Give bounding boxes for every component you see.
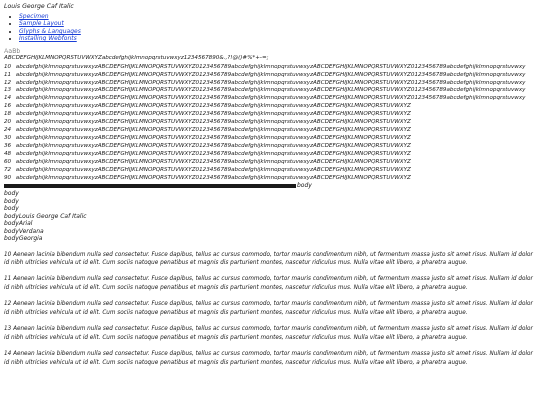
aabb-sample: AaBb	[4, 47, 21, 55]
size-row: 11 abcdefghijklmnopqrstuvwxyzABCDEFGHIJK…	[4, 72, 540, 80]
paragraph-text: Aenean lacinia bibendum nulla sed consec…	[4, 301, 533, 317]
family-sample: bodyGeorgia	[4, 235, 43, 243]
paragraph-sample: 11 Aenean lacinia bibendum nulla sed con…	[4, 275, 540, 292]
size-row: 24 abcdefghijklmnopqrstuvwxyzABCDEFGHIJK…	[4, 127, 540, 135]
black-bar	[4, 183, 296, 188]
nav-link-sample-layout[interactable]: Sample Layout	[19, 20, 64, 27]
paragraph-text: Aenean lacinia bibendum nulla sed consec…	[4, 276, 533, 292]
paragraph-size: 12	[4, 301, 12, 308]
size-sample-text: abcdefghijklmnopqrstuvwxyzABCDEFGHIJKLMN…	[15, 119, 411, 126]
size-sample-text: abcdefghijklmnopqrstuvwxyzABCDEFGHIJKLMN…	[15, 167, 411, 174]
size-row: 18 abcdefghijklmnopqrstuvwxyzABCDEFGHIJK…	[4, 111, 540, 119]
size-number: 16	[4, 103, 12, 110]
size-number: 30	[4, 135, 12, 142]
size-row: 16 abcdefghijklmnopqrstuvwxyzABCDEFGHIJK…	[4, 103, 540, 111]
size-sample-text: abcdefghijklmnopqrstuvwxyzABCDEFGHIJKLMN…	[15, 111, 411, 118]
nav-list: Specimen Sample Layout Glyphs & Language…	[4, 13, 540, 43]
nav-item: Glyphs & Languages	[19, 28, 540, 35]
size-row: 14 abcdefghijklmnopqrstuvwxyzABCDEFGHIJK…	[4, 95, 540, 103]
specimen-page: Louis George Caf Italic Specimen Sample …	[4, 3, 540, 368]
nav-item: Specimen	[19, 13, 540, 20]
paragraph-size: 10	[4, 251, 12, 258]
family-sample: body	[4, 205, 19, 213]
size-waterfall: 10 abcdefghijklmnopqrstuvwxyzABCDEFGHIJK…	[4, 64, 540, 183]
paragraph-text: Aenean lacinia bibendum nulla sed consec…	[4, 326, 533, 341]
size-sample-text: abcdefghijklmnopqrstuvwxyzABCDEFGHIJKLMN…	[15, 71, 526, 78]
family-sample: body	[4, 189, 19, 197]
size-sample-text: abcdefghijklmnopqrstuvwxyzABCDEFGHIJKLMN…	[15, 143, 411, 150]
paragraph-sample: 10 Aenean lacinia bibendum nulla sed con…	[4, 251, 540, 268]
size-row: 36 abcdefghijklmnopqrstuvwxyzABCDEFGHIJK…	[4, 143, 540, 151]
size-sample-text: abcdefghijklmnopqrstuvwxyzABCDEFGHIJKLMN…	[15, 87, 526, 94]
size-sample-text: abcdefghijklmnopqrstuvwxyzABCDEFGHIJKLMN…	[15, 174, 411, 181]
paragraph-text: Aenean lacinia bibendum nulla sed consec…	[4, 351, 533, 366]
nav-item: Installing Webfonts	[19, 35, 540, 42]
paragraph-sample: 13 Aenean lacinia bibendum nulla sed con…	[4, 325, 540, 342]
paragraph-sample: 14 Aenean lacinia bibendum nulla sed con…	[4, 350, 540, 367]
paragraph-text: Aenean lacinia bibendum nulla sed consec…	[4, 251, 533, 267]
size-number: 90	[4, 174, 12, 181]
size-row: 48 abcdefghijklmnopqrstuvwxyzABCDEFGHIJK…	[4, 151, 540, 159]
size-sample-text: abcdefghijklmnopqrstuvwxyzABCDEFGHIJKLMN…	[15, 95, 526, 102]
size-number: 72	[4, 167, 12, 174]
family-sample: bodyLouis George Caf Italic	[4, 212, 87, 220]
size-sample-text: abcdefghijklmnopqrstuvwxyzABCDEFGHIJKLMN…	[15, 63, 526, 70]
size-number: 60	[4, 159, 12, 166]
family-sample: bodyVerdana	[4, 227, 44, 235]
size-sample-text: abcdefghijklmnopqrstuvwxyzABCDEFGHIJKLMN…	[15, 151, 411, 158]
black-bar-row: body	[4, 181, 540, 190]
nav-link-glyphs-languages[interactable]: Glyphs & Languages	[19, 28, 81, 35]
size-sample-text: abcdefghijklmnopqrstuvwxyzABCDEFGHIJKLMN…	[15, 135, 411, 142]
paragraph-size: 14	[4, 351, 12, 358]
size-number: 18	[4, 111, 12, 118]
family-sample: body	[4, 197, 19, 205]
family-sample: bodyArial	[4, 220, 33, 228]
size-row: 72 abcdefghijklmnopqrstuvwxyzABCDEFGHIJK…	[4, 167, 540, 175]
size-number: 24	[4, 127, 12, 134]
size-number: 11	[4, 71, 12, 78]
size-row: 12 abcdefghijklmnopqrstuvwxyzABCDEFGHIJK…	[4, 80, 540, 88]
nav-item: Sample Layout	[19, 20, 540, 27]
size-number: 48	[4, 151, 12, 158]
paragraph-size: 11	[4, 276, 12, 283]
size-row: 10 abcdefghijklmnopqrstuvwxyzABCDEFGHIJK…	[4, 64, 540, 72]
size-row: 20 abcdefghijklmnopqrstuvwxyzABCDEFGHIJK…	[4, 119, 540, 127]
size-number: 36	[4, 143, 12, 150]
size-number: 10	[4, 63, 12, 70]
size-row: 60 abcdefghijklmnopqrstuvwxyzABCDEFGHIJK…	[4, 159, 540, 167]
charset-line: ABCDEFGHIJKLMNOPQRSTUVWXYZabcdefghijklmn…	[4, 55, 269, 62]
size-number: 12	[4, 79, 12, 86]
size-sample-text: abcdefghijklmnopqrstuvwxyzABCDEFGHIJKLMN…	[15, 159, 411, 166]
nav-link-installing-webfonts[interactable]: Installing Webfonts	[19, 35, 77, 42]
size-number: 13	[4, 87, 12, 94]
size-row: 13 abcdefghijklmnopqrstuvwxyzABCDEFGHIJK…	[4, 87, 540, 95]
size-sample-text: abcdefghijklmnopqrstuvwxyzABCDEFGHIJKLMN…	[15, 103, 411, 110]
page-title: Louis George Caf Italic	[4, 3, 74, 10]
paragraph-sample: 12 Aenean lacinia bibendum nulla sed con…	[4, 300, 540, 317]
nav-link-specimen[interactable]: Specimen	[19, 13, 49, 20]
bar-label: body	[297, 181, 312, 189]
size-sample-text: abcdefghijklmnopqrstuvwxyzABCDEFGHIJKLMN…	[15, 79, 526, 86]
size-number: 20	[4, 119, 12, 126]
size-sample-text: abcdefghijklmnopqrstuvwxyzABCDEFGHIJKLMN…	[15, 127, 411, 134]
paragraph-size: 13	[4, 326, 12, 333]
size-row: 90 abcdefghijklmnopqrstuvwxyzABCDEFGHIJK…	[4, 175, 540, 183]
size-number: 14	[4, 95, 12, 102]
size-row: 30 abcdefghijklmnopqrstuvwxyzABCDEFGHIJK…	[4, 135, 540, 143]
